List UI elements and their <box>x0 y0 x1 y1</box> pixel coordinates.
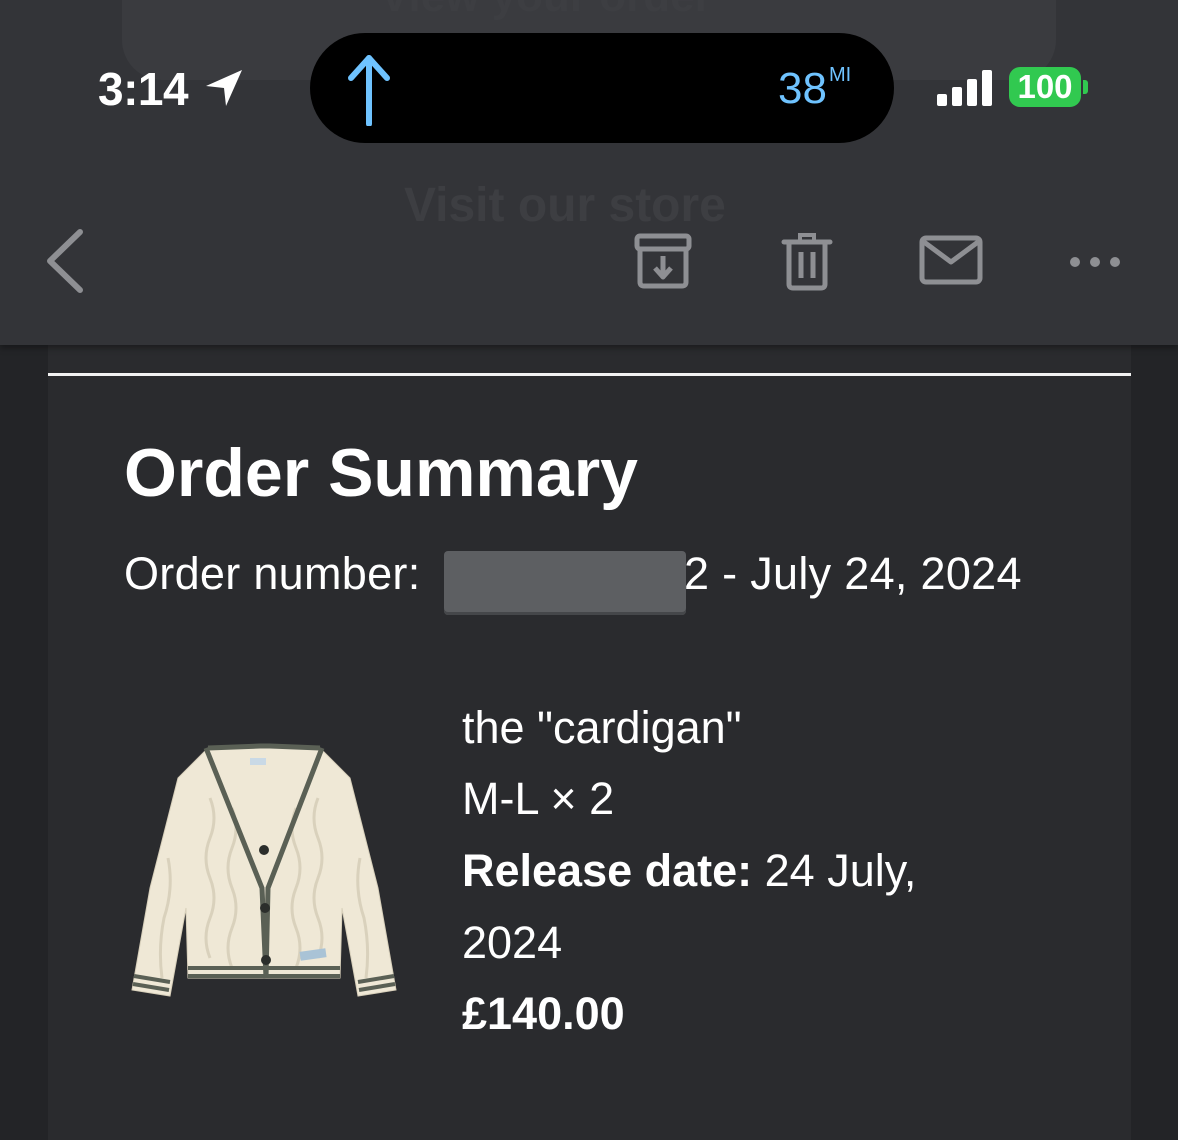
order-number-label: Order number: <box>124 548 421 599</box>
top-bar: View your order Visit our store 3:14 38M… <box>0 0 1178 345</box>
order-summary-title: Order Summary <box>124 435 638 511</box>
view-order-button-text: View your order <box>380 0 712 22</box>
cellular-signal-icon <box>937 70 993 106</box>
battery-icon: 100 <box>1009 67 1081 107</box>
trash-button[interactable] <box>780 230 834 292</box>
release-year: 2024 <box>462 917 563 968</box>
release-date-value: 24 July, <box>752 845 917 896</box>
navigation-arrow-icon <box>348 55 390 126</box>
mark-unread-mail-button[interactable] <box>918 234 984 286</box>
divider <box>48 373 1131 376</box>
product-price: £140.00 <box>462 988 625 1039</box>
visit-store-link: Visit our store <box>404 179 726 232</box>
release-date-label: Release date: <box>462 845 753 896</box>
order-date: 2 - July 24, 2024 <box>684 548 1022 599</box>
product-name: the "cardigan" <box>462 702 742 753</box>
status-time: 3:14 <box>98 63 189 115</box>
location-arrow-icon <box>206 70 242 106</box>
distance-value: 38 <box>778 64 827 113</box>
more-options-button[interactable] <box>1066 248 1124 276</box>
battery-level: 100 <box>1017 68 1073 105</box>
mail-screen: Order Summary Order number: 2 - July 24,… <box>0 0 1178 1140</box>
release-date: Release date: 24 July, <box>462 845 916 897</box>
cardigan-image <box>131 743 397 997</box>
redacted-order-number <box>444 551 686 615</box>
distance-unit: MI <box>828 64 852 86</box>
back-button[interactable] <box>40 226 94 296</box>
product-variant: M-L × 2 <box>462 773 615 824</box>
navigation-distance: 38 MI <box>778 64 851 114</box>
battery-cap <box>1083 80 1088 94</box>
archive-button[interactable] <box>632 232 694 290</box>
